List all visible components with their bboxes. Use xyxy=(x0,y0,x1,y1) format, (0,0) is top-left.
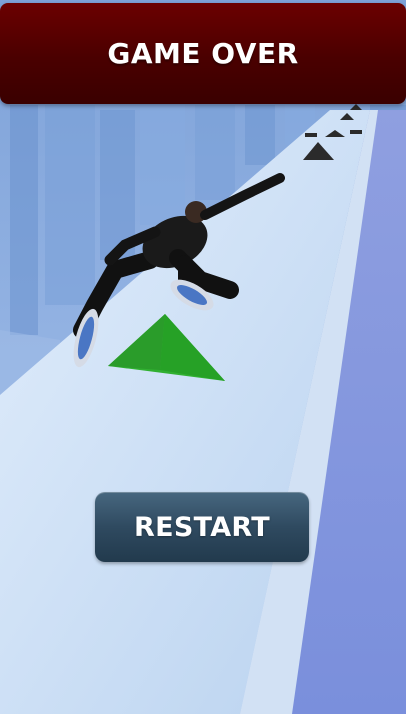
game-over-banner: GAME OVER xyxy=(0,3,406,104)
restart-label: RESTART xyxy=(134,511,270,543)
game-over-title: GAME OVER xyxy=(107,37,299,70)
game-scene xyxy=(0,0,406,714)
restart-button[interactable]: RESTART xyxy=(95,492,309,562)
